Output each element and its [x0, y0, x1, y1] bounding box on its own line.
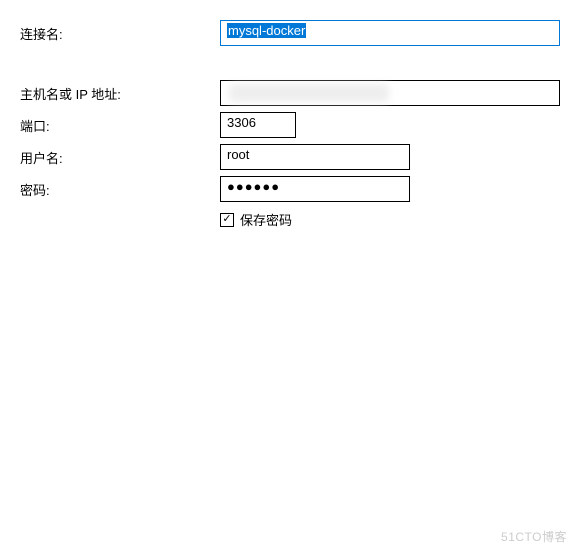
row-save-password: ✓ 保存密码 [220, 210, 565, 229]
input-port[interactable]: 3306 [220, 112, 296, 138]
checkbox-save-password[interactable]: ✓ [220, 213, 234, 227]
watermark: 51CTO博客 [501, 528, 567, 545]
input-username[interactable]: root [220, 144, 410, 170]
host-redaction [229, 84, 389, 102]
label-username: 用户名: [20, 148, 220, 167]
row-password: 密码: ●●●●●● [20, 176, 565, 202]
row-username: 用户名: root [20, 144, 565, 170]
row-host: 主机名或 IP 地址: [20, 80, 565, 106]
watermark-text: 51CTO博客 [501, 530, 567, 544]
label-host: 主机名或 IP 地址: [20, 84, 220, 103]
label-save-password: 保存密码 [240, 210, 292, 229]
input-port-value: 3306 [227, 115, 256, 130]
row-connection-name: 连接名: mysql-docker [20, 20, 565, 46]
input-connection-name[interactable]: mysql-docker [220, 20, 560, 46]
input-host[interactable] [220, 80, 560, 106]
check-icon: ✓ [222, 214, 231, 225]
row-port: 端口: 3306 [20, 112, 565, 138]
input-connection-name-value: mysql-docker [227, 23, 306, 38]
input-password-mask: ●●●●●● [227, 179, 280, 194]
input-password[interactable]: ●●●●●● [220, 176, 410, 202]
label-password: 密码: [20, 180, 220, 199]
label-port: 端口: [20, 116, 220, 135]
label-connection-name: 连接名: [20, 24, 220, 43]
connection-form: 连接名: mysql-docker 主机名或 IP 地址: 端口: 3306 用… [20, 20, 565, 229]
input-username-value: root [227, 147, 249, 162]
